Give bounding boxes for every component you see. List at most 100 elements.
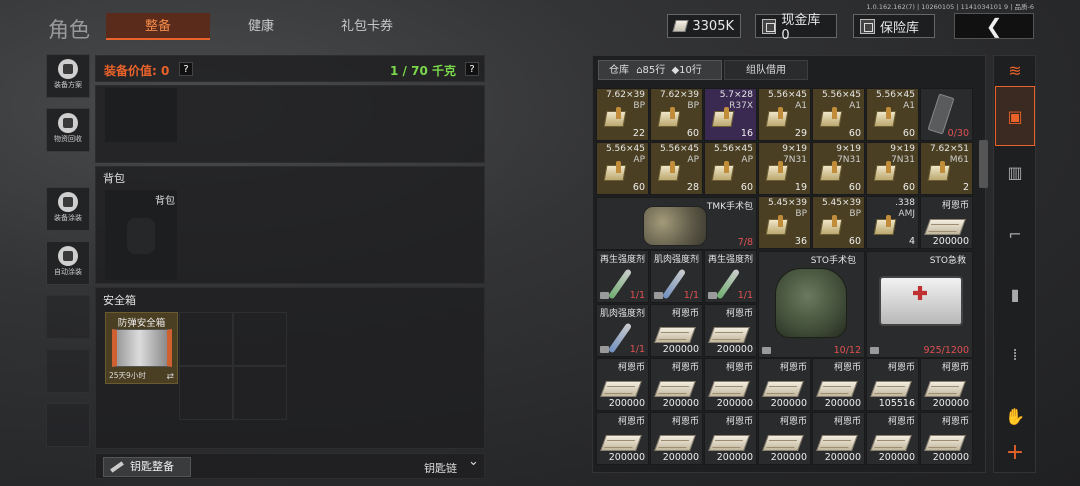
inventory-item[interactable]: 再生强度剂 1/1 <box>596 250 649 303</box>
inventory-item[interactable]: 5.45×39 BP 60 <box>812 196 865 249</box>
safebox-timer: 25天9小时 <box>109 371 146 380</box>
ammo-box-icon <box>821 215 845 235</box>
safebox-grid-cell[interactable] <box>233 366 287 420</box>
chevron-down-icon[interactable]: ⌄ <box>468 454 479 469</box>
item-count: 200000 <box>824 398 861 409</box>
item-tmk-bag[interactable]: TMK手术包 7/8 <box>596 197 757 250</box>
vest-panel <box>95 85 485 163</box>
cash-bundle-icon <box>708 435 750 451</box>
category-glove[interactable]: ✋ <box>995 394 1035 440</box>
inventory-item[interactable]: 柯恩币 200000 <box>758 358 811 411</box>
inventory-item[interactable]: 柯恩币 200000 <box>596 412 649 465</box>
cash-bundle-icon <box>816 381 858 397</box>
ammo-box-icon <box>875 215 899 235</box>
currency-display[interactable]: 3305K <box>667 14 741 38</box>
side-button-recycle[interactable]: 物资回收 <box>46 108 90 152</box>
category-rifle[interactable]: ⌐ <box>995 212 1035 258</box>
category-backpack[interactable]: ▣ <box>995 86 1035 146</box>
inventory-item[interactable]: 肌肉强度剂 1/1 <box>650 250 703 303</box>
inventory-item[interactable]: 柯恩币 200000 <box>920 412 973 465</box>
inventory-item[interactable]: 7.62×39 BP 22 <box>596 88 649 141</box>
item-name: 柯恩币 <box>941 363 969 373</box>
key-loadout-button[interactable]: 钥匙整备 <box>103 457 191 477</box>
item-name: 5.56×45 <box>659 144 699 154</box>
safebox-grid-cell[interactable] <box>179 312 233 366</box>
inventory-item[interactable]: 柯恩币 200000 <box>704 358 757 411</box>
inventory-item[interactable]: 柯恩币 200000 <box>704 412 757 465</box>
tab-gift-cards[interactable]: 礼包卡券 <box>322 13 412 40</box>
inventory-item[interactable]: 柯恩币 200000 <box>650 358 703 411</box>
vault-icon <box>762 18 777 34</box>
category-plus[interactable]: + <box>995 438 1035 468</box>
inventory-item[interactable]: 5.56×45 AP 60 <box>704 142 757 195</box>
inventory-item[interactable]: 5.56×45 A1 60 <box>812 88 865 141</box>
item-variant: M61 <box>949 155 969 165</box>
back-button[interactable]: ❮ <box>954 13 1034 39</box>
tab-warehouse[interactable]: 仓库 ⌂85行 ◆10行 <box>598 60 722 80</box>
inventory-item[interactable]: 5.56×45 AP 60 <box>596 142 649 195</box>
inventory-item[interactable]: 再生强度剂 1/1 <box>704 250 757 303</box>
keychain-label: 钥匙链 <box>424 462 457 475</box>
category-vest[interactable]: ▥ <box>995 150 1035 196</box>
side-button-paint[interactable]: 装备涂装 <box>46 187 90 231</box>
inventory-item[interactable]: 柯恩币 105516 <box>866 358 919 411</box>
help-icon[interactable]: ? <box>179 62 193 76</box>
inventory-item[interactable]: 柯恩币 200000 <box>812 358 865 411</box>
item-name: 柯恩币 <box>725 363 753 373</box>
inventory-item[interactable]: 9×19 7N31 60 <box>812 142 865 195</box>
item-count: 1/1 <box>629 344 645 355</box>
equip-value-label: 装备价值: 0 <box>104 64 170 78</box>
inventory-item[interactable]: 柯恩币 200000 <box>596 358 649 411</box>
inventory-item[interactable]: 柯恩币 200000 <box>650 412 703 465</box>
inventory-item[interactable]: 7.62×39 BP 60 <box>650 88 703 141</box>
item-count: 200000 <box>878 452 915 463</box>
scrollbar[interactable] <box>979 140 988 188</box>
item-name: TMK手术包 <box>706 202 753 212</box>
item-sto-bag[interactable]: STO手术包 10/12 <box>758 251 865 358</box>
recycle-icon <box>58 113 78 133</box>
cash-vault-button[interactable]: 现金库 0 <box>755 13 837 43</box>
inventory-item[interactable]: 5.45×39 BP 36 <box>758 196 811 249</box>
inventory-item[interactable]: 5.56×45 A1 29 <box>758 88 811 141</box>
ammo-box-icon <box>875 107 899 127</box>
item-sto-kit[interactable]: STO急救 925/1200 <box>866 251 973 358</box>
item-name: STO手术包 <box>810 256 856 266</box>
inventory-item[interactable]: 9×19 7N31 19 <box>758 142 811 195</box>
item-variant: BP <box>795 209 807 219</box>
safebox-slot[interactable]: 防弹安全箱 25天9小时 ⇄ <box>105 312 178 384</box>
tab-team-borrow[interactable]: 组队借用 <box>724 60 808 80</box>
safebox-grid-cell[interactable] <box>179 366 233 420</box>
inventory-item[interactable]: 7.62×51 M61 2 <box>920 142 973 195</box>
backpack-slot[interactable]: 背包 <box>105 190 177 280</box>
insurance-button[interactable]: 保险库 <box>853 14 935 38</box>
vest-slot[interactable] <box>105 88 177 142</box>
tab-gear[interactable]: 整备 <box>106 13 210 40</box>
safebox-grid-cell[interactable] <box>233 312 287 366</box>
category-magazine[interactable]: ▮ <box>995 272 1035 318</box>
inventory-item[interactable]: 柯恩币 200000 <box>650 304 703 357</box>
category-stack[interactable]: ≋ <box>995 58 1035 84</box>
inventory-item[interactable]: 柯恩币 200000 <box>920 196 973 249</box>
inventory-item[interactable]: 柯恩币 200000 <box>866 412 919 465</box>
inventory-item[interactable]: 5.7×28 R37X 16 <box>704 88 757 141</box>
side-button-autopaint[interactable]: 自动涂装 <box>46 241 90 285</box>
inventory-item[interactable]: 柯恩币 200000 <box>920 358 973 411</box>
swap-icon[interactable]: ⇄ <box>166 372 174 382</box>
side-button-loadout[interactable]: 装备方案 <box>46 54 90 98</box>
inventory-item[interactable]: 9×19 7N31 60 <box>866 142 919 195</box>
item-variant: 7N31 <box>783 155 807 165</box>
inventory-item[interactable]: 柯恩币 200000 <box>704 304 757 357</box>
cash-bundle-icon <box>870 435 912 451</box>
inventory-item[interactable]: 5.56×45 AP 28 <box>650 142 703 195</box>
inventory-item[interactable]: 柯恩币 200000 <box>758 412 811 465</box>
inventory-item[interactable]: 5.56×45 A1 60 <box>866 88 919 141</box>
inventory-item[interactable]: 0/30 <box>920 88 973 141</box>
inventory-item[interactable]: 柯恩币 200000 <box>812 412 865 465</box>
inventory-item[interactable]: 肌肉强度剂 1/1 <box>596 304 649 357</box>
ammo-box-icon <box>605 107 629 127</box>
inventory-item[interactable]: .338 AMJ 4 <box>866 196 919 249</box>
category-bullet[interactable]: ⁞ <box>995 332 1035 378</box>
tab-health[interactable]: 健康 <box>226 13 296 40</box>
item-name: 5.7×28 <box>719 90 753 100</box>
help-icon[interactable]: ? <box>465 62 479 76</box>
